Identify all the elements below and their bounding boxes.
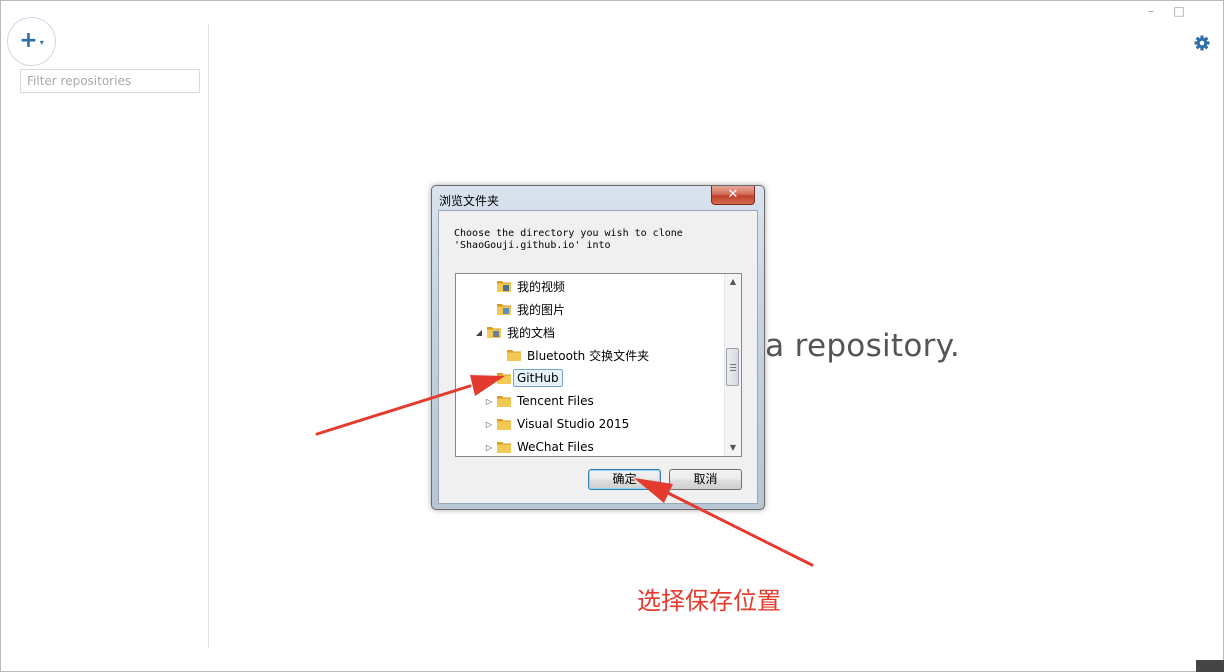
sidebar-divider xyxy=(208,24,209,648)
expand-toggle-icon[interactable]: ◢ xyxy=(474,328,484,337)
tree-item-label: 我的视频 xyxy=(517,279,566,294)
tree-item-label: Bluetooth 交换文件夹 xyxy=(527,348,650,363)
gear-icon xyxy=(1194,35,1210,51)
folder-icon xyxy=(497,372,511,384)
tree-item-label: 我的文档 xyxy=(507,325,556,340)
tree-item[interactable]: Bluetooth 交换文件夹 xyxy=(494,345,649,365)
filter-repositories-input[interactable] xyxy=(20,69,200,93)
expand-toggle-icon[interactable]: ▷ xyxy=(484,374,494,383)
tree-item[interactable]: ▷ Tencent Files xyxy=(484,391,594,411)
annotation-label: 选择保存位置 xyxy=(637,587,781,615)
minimize-button[interactable]: – xyxy=(1141,4,1161,20)
maximize-button[interactable]: □ xyxy=(1169,4,1189,20)
expand-toggle-icon[interactable]: ▷ xyxy=(484,420,494,429)
scroll-down-button[interactable]: ▼ xyxy=(725,440,741,456)
browse-folder-dialog: 浏览文件夹 ✕ Choose the directory you wish to… xyxy=(431,185,765,510)
dialog-close-button[interactable]: ✕ xyxy=(711,186,755,205)
plus-icon: + xyxy=(19,27,38,53)
cancel-button[interactable]: 取消 xyxy=(669,469,742,490)
folder-icon xyxy=(497,418,511,430)
tree-item[interactable]: 我的图片 xyxy=(484,299,565,319)
background-message: g a repository. xyxy=(735,328,961,364)
tree-scrollbar[interactable]: ▲ ▼ xyxy=(724,274,741,456)
documents-folder-icon xyxy=(487,326,501,338)
tree-item-label: Tencent Files xyxy=(517,394,594,408)
tree-item[interactable]: ◢ 我的文档 xyxy=(474,322,555,342)
video-folder-icon xyxy=(497,280,511,292)
dialog-instruction: Choose the directory you wish to clone '… xyxy=(454,228,683,251)
tree-item-label: Visual Studio 2015 xyxy=(517,417,630,431)
folder-icon xyxy=(507,349,521,361)
resize-grip[interactable] xyxy=(1196,660,1224,672)
folder-icon xyxy=(497,395,511,407)
expand-toggle-icon[interactable]: ▷ xyxy=(484,397,494,406)
tree-item[interactable]: ▷ Visual Studio 2015 xyxy=(484,414,629,434)
tree-item[interactable]: ▷ GitHub xyxy=(484,368,563,388)
tree-item-label: WeChat Files xyxy=(517,440,594,454)
ok-button[interactable]: 确定 xyxy=(588,469,661,490)
tree-item[interactable]: ▷ WeChat Files xyxy=(484,437,594,456)
dialog-title: 浏览文件夹 xyxy=(439,194,500,208)
chevron-down-icon: ▾ xyxy=(39,38,44,47)
tree-item[interactable]: 我的视频 xyxy=(484,276,565,296)
folder-tree[interactable]: 我的视频我的图片 ◢ 我的文档 Bluetooth 交换文件夹 ▷ GitHub ▷ Tenc… xyxy=(455,273,742,457)
tree-item-label: GitHub xyxy=(513,369,563,387)
settings-button[interactable] xyxy=(1192,33,1212,53)
tree-item-label: 我的图片 xyxy=(517,302,566,317)
dialog-body: Choose the directory you wish to clone '… xyxy=(438,210,758,504)
scroll-up-button[interactable]: ▲ xyxy=(725,274,741,290)
picture-folder-icon xyxy=(497,303,511,315)
expand-toggle-icon[interactable]: ▷ xyxy=(484,443,494,452)
add-repository-button[interactable]: + ▾ xyxy=(7,17,56,66)
scroll-thumb[interactable] xyxy=(726,348,739,386)
folder-icon xyxy=(497,441,511,453)
